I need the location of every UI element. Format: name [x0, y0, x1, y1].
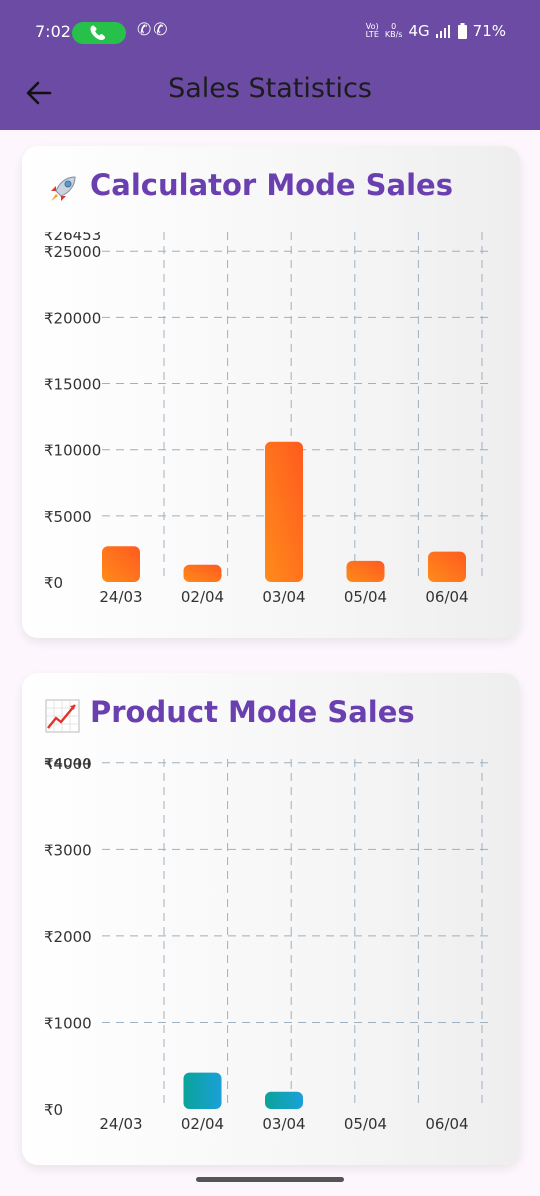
- calculator-sales-card: Calculator Mode Sales ₹0 ₹5000 ₹10000 ₹1500…: [22, 146, 520, 638]
- y-tick-label: ₹1000: [44, 1014, 92, 1032]
- network-label: 4G: [408, 22, 430, 40]
- status-right: Vo) LTE 0 KB/s 4G 71%: [366, 22, 506, 40]
- y-tick-label: ₹5000: [44, 508, 92, 526]
- bar: [346, 560, 385, 582]
- y-tick-label: ₹25000: [44, 243, 101, 261]
- y-tick-label: ₹15000: [44, 376, 101, 394]
- x-tick-label: 06/04: [425, 588, 468, 606]
- y-tick-label: ₹0: [44, 574, 63, 592]
- status-time: 7:02: [35, 22, 71, 41]
- x-tick-label: 24/03: [99, 1115, 142, 1133]
- bar: [102, 546, 140, 582]
- y-tick-label: ₹2000: [44, 928, 92, 946]
- volte-indicator: Vo) LTE: [365, 22, 379, 39]
- x-tick-label: 24/03: [99, 588, 142, 606]
- product-sales-card: Product Mode Sales ₹0 ₹1000 ₹2000 ₹3000 ₹400…: [22, 673, 520, 1165]
- x-tick-label: 03/04: [262, 588, 305, 606]
- bar: [183, 564, 222, 582]
- x-tick-label: 02/04: [181, 588, 224, 606]
- x-tick-label: 05/04: [344, 1115, 387, 1133]
- calculator-sales-chart: ₹0 ₹5000 ₹10000 ₹15000 ₹20000 ₹25000₹26453 24/…: [44, 226, 492, 606]
- product-sales-chart: ₹0₹1000₹2000₹3000₹4000₹404424/03 02/04 03/…: [44, 755, 492, 1133]
- x-tick-label: 05/04: [344, 588, 387, 606]
- x-tick-label: 06/04: [425, 1115, 468, 1133]
- bar: [428, 551, 466, 582]
- data-speed: 0 KB/s: [384, 22, 403, 39]
- x-tick-label: 03/04: [262, 1115, 305, 1133]
- home-indicator[interactable]: [196, 1177, 344, 1182]
- x-tick-label: 02/04: [181, 1115, 224, 1133]
- y-tick-label: ₹0: [44, 1101, 63, 1119]
- bar: [265, 441, 303, 582]
- bar: [183, 1072, 222, 1109]
- phone-icon: [90, 25, 106, 41]
- y-tick-label: ₹20000: [44, 309, 101, 327]
- ongoing-call-pill[interactable]: [72, 22, 126, 44]
- battery-icon: [457, 23, 467, 39]
- bar: [265, 1091, 303, 1109]
- y-tick-label: ₹3000: [44, 841, 92, 859]
- y-tick-label: ₹10000: [44, 442, 101, 460]
- status-bar: 7:02 ✆✆ Vo) LTE 0 KB/s 4G 71%: [0, 0, 540, 62]
- y-max-label: ₹26453: [44, 226, 101, 244]
- page-title: Sales Statistics: [168, 73, 372, 104]
- battery-percent: 71%: [472, 22, 506, 40]
- signal-icon: [435, 25, 450, 38]
- missed-call-icons: ✆✆: [137, 20, 170, 40]
